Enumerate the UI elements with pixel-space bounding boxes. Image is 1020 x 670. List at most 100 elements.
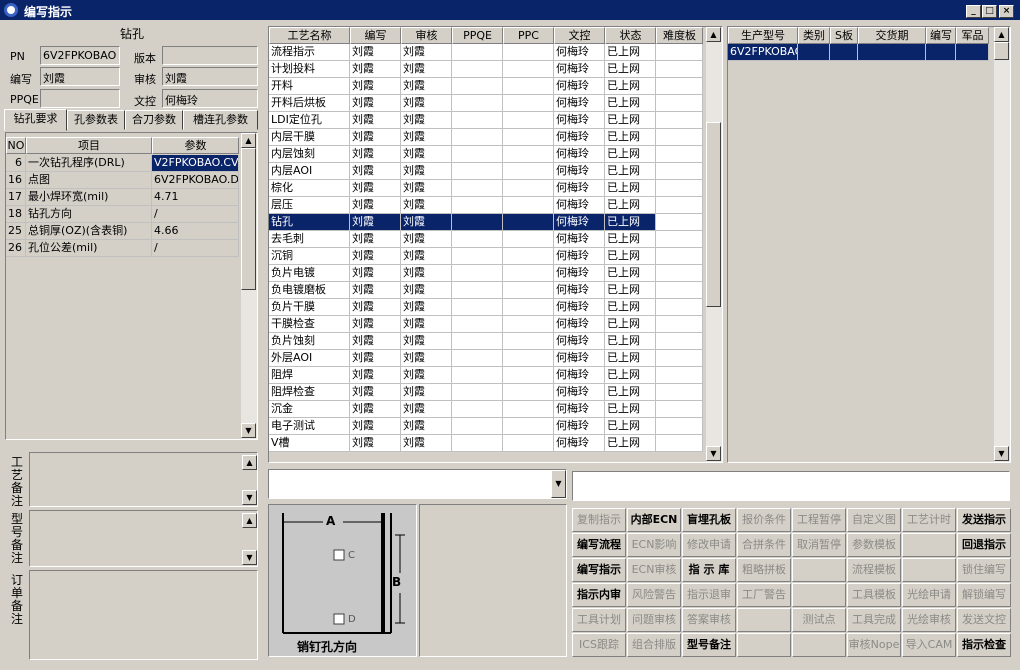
process-cell-name[interactable]: 钻孔 <box>269 214 350 231</box>
model-cell-category[interactable] <box>798 44 830 61</box>
process-cell-name[interactable]: 内层AOI <box>269 163 350 180</box>
action-button-44[interactable] <box>792 633 846 657</box>
action-button-21[interactable]: 流程模板 <box>847 558 901 582</box>
model-scrollbar[interactable]: ▲ ▼ <box>994 27 1010 462</box>
note-input[interactable] <box>572 471 1010 501</box>
action-button-29[interactable]: 工具模板 <box>847 583 901 607</box>
process-cell-reviewer[interactable]: 刘霞 <box>401 180 452 197</box>
process-cell-difficulty[interactable] <box>656 163 703 180</box>
process-cell-reviewer[interactable]: 刘霞 <box>401 61 452 78</box>
process-cell-status[interactable]: 已上网 <box>605 163 656 180</box>
param-header-no[interactable]: NO <box>6 137 26 154</box>
param-cell-item[interactable]: 钻孔方向 <box>26 206 152 223</box>
process-cell-status[interactable]: 已上网 <box>605 435 656 452</box>
process-cell-ppc[interactable] <box>503 248 554 265</box>
process-cell-difficulty[interactable] <box>656 316 703 333</box>
order-note-field[interactable] <box>29 570 258 660</box>
process-cell-ppqe[interactable] <box>452 248 503 265</box>
process-cell-difficulty[interactable] <box>656 180 703 197</box>
process-cell-difficulty[interactable] <box>656 384 703 401</box>
process-cell-writer[interactable]: 刘霞 <box>350 112 401 129</box>
process-cell-difficulty[interactable] <box>656 299 703 316</box>
param-cell-item[interactable]: 最小焊环宽(mil) <box>26 189 152 206</box>
process-cell-name[interactable]: 负片干膜 <box>269 299 350 316</box>
process-cell-reviewer[interactable]: 刘霞 <box>401 401 452 418</box>
process-cell-dc[interactable]: 何梅玲 <box>554 282 605 299</box>
process-cell-status[interactable]: 已上网 <box>605 214 656 231</box>
tab-hole-params[interactable]: 孔参数表 <box>67 110 125 130</box>
process-cell-status[interactable]: 已上网 <box>605 129 656 146</box>
process-cell-dc[interactable]: 何梅玲 <box>554 350 605 367</box>
process-cell-ppc[interactable] <box>503 129 554 146</box>
process-cell-reviewer[interactable]: 刘霞 <box>401 214 452 231</box>
action-button-2[interactable]: 盲埋孔板 <box>682 508 736 532</box>
process-cell-reviewer[interactable]: 刘霞 <box>401 146 452 163</box>
process-cell-dc[interactable]: 何梅玲 <box>554 248 605 265</box>
param-scrollbar[interactable]: ▲ ▼ <box>241 133 257 439</box>
action-button-0[interactable]: 复制指示 <box>572 508 626 532</box>
action-button-30[interactable]: 光绘申请 <box>902 583 956 607</box>
process-cell-writer[interactable]: 刘霞 <box>350 78 401 95</box>
process-cell-ppqe[interactable] <box>452 180 503 197</box>
process-cell-difficulty[interactable] <box>656 112 703 129</box>
process-cell-ppc[interactable] <box>503 197 554 214</box>
param-cell-value[interactable]: 4.71 <box>152 189 239 206</box>
process-cell-ppqe[interactable] <box>452 265 503 282</box>
process-cell-writer[interactable]: 刘霞 <box>350 129 401 146</box>
action-button-20[interactable] <box>792 558 846 582</box>
process-cell-ppc[interactable] <box>503 435 554 452</box>
process-cell-status[interactable]: 已上网 <box>605 95 656 112</box>
process-cell-reviewer[interactable]: 刘霞 <box>401 197 452 214</box>
process-cell-status[interactable]: 已上网 <box>605 44 656 61</box>
close-button[interactable]: × <box>999 5 1014 18</box>
model-cell-due[interactable] <box>858 44 926 61</box>
process-cell-difficulty[interactable] <box>656 231 703 248</box>
process-cell-status[interactable]: 已上网 <box>605 112 656 129</box>
process-cell-ppc[interactable] <box>503 367 554 384</box>
process-cell-difficulty[interactable] <box>656 214 703 231</box>
action-button-12[interactable]: 取消暂停 <box>792 533 846 557</box>
model-header-2[interactable]: S板 <box>830 27 858 44</box>
model-cell-military[interactable] <box>956 44 989 61</box>
process-cell-dc[interactable]: 何梅玲 <box>554 78 605 95</box>
process-header-2[interactable]: 审核 <box>401 27 452 44</box>
process-cell-reviewer[interactable]: 刘霞 <box>401 44 452 61</box>
action-button-1[interactable]: 内部ECN <box>627 508 681 532</box>
process-cell-writer[interactable]: 刘霞 <box>350 299 401 316</box>
process-cell-ppqe[interactable] <box>452 435 503 452</box>
process-cell-status[interactable]: 已上网 <box>605 265 656 282</box>
action-button-10[interactable]: 修改申请 <box>682 533 736 557</box>
model-cell-model[interactable]: 6V2FPKOBAO <box>728 44 798 61</box>
process-cell-difficulty[interactable] <box>656 401 703 418</box>
process-cell-name[interactable]: 沉铜 <box>269 248 350 265</box>
process-cell-writer[interactable]: 刘霞 <box>350 146 401 163</box>
process-cell-reviewer[interactable]: 刘霞 <box>401 418 452 435</box>
process-cell-ppqe[interactable] <box>452 197 503 214</box>
process-cell-status[interactable]: 已上网 <box>605 197 656 214</box>
action-button-26[interactable]: 指示退审 <box>682 583 736 607</box>
writer-field[interactable]: 刘霞 <box>40 67 120 86</box>
process-cell-difficulty[interactable] <box>656 265 703 282</box>
process-cell-difficulty[interactable] <box>656 146 703 163</box>
action-button-35[interactable] <box>737 608 791 632</box>
process-cell-dc[interactable]: 何梅玲 <box>554 418 605 435</box>
process-cell-ppc[interactable] <box>503 299 554 316</box>
process-cell-dc[interactable]: 何梅玲 <box>554 112 605 129</box>
process-cell-ppc[interactable] <box>503 180 554 197</box>
process-cell-ppc[interactable] <box>503 401 554 418</box>
action-button-8[interactable]: 编写流程 <box>572 533 626 557</box>
process-cell-dc[interactable]: 何梅玲 <box>554 316 605 333</box>
process-cell-reviewer[interactable]: 刘霞 <box>401 129 452 146</box>
model-header-3[interactable]: 交货期 <box>858 27 926 44</box>
process-cell-status[interactable]: 已上网 <box>605 401 656 418</box>
process-cell-reviewer[interactable]: 刘霞 <box>401 282 452 299</box>
model-header-0[interactable]: 生产型号 <box>728 27 798 44</box>
param-cell-item[interactable]: 孔位公差(mil) <box>26 240 152 257</box>
process-cell-ppqe[interactable] <box>452 78 503 95</box>
model-header-4[interactable]: 编写 <box>926 27 956 44</box>
process-cell-ppqe[interactable] <box>452 129 503 146</box>
action-button-9[interactable]: ECN影响 <box>627 533 681 557</box>
process-cell-writer[interactable]: 刘霞 <box>350 214 401 231</box>
param-cell-no[interactable]: 6 <box>6 155 26 172</box>
tab-drill-requirements[interactable]: 钻孔要求 <box>4 109 67 131</box>
